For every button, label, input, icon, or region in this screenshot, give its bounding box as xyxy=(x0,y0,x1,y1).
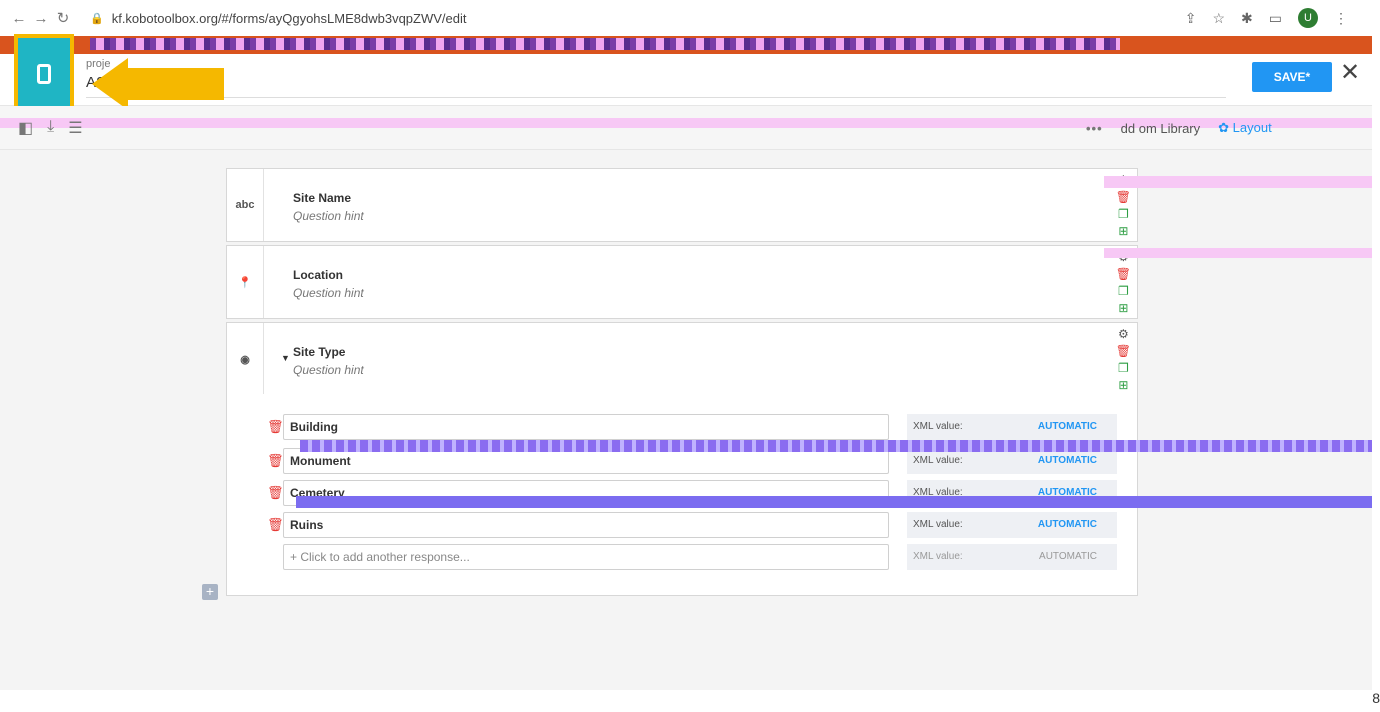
layout-button[interactable]: ✿ Layout xyxy=(1218,120,1272,136)
caret-down-icon[interactable]: ▼ xyxy=(281,353,290,363)
address-bar[interactable]: 🔒 kf.kobotoolbox.org/#/forms/ayQgyohsLME… xyxy=(90,11,467,26)
trash-icon[interactable]: 🗑 xyxy=(267,419,284,435)
settings-icon[interactable]: ☰ xyxy=(68,118,82,138)
screen: ← → ↻ 🔒 kf.kobotoolbox.org/#/forms/ayQgy… xyxy=(0,0,1380,712)
star-icon[interactable]: ☆ xyxy=(1212,10,1225,27)
copy-icon[interactable]: ❐ xyxy=(1118,284,1129,298)
form-phone-icon xyxy=(37,64,51,84)
extensions-icon[interactable]: ✱ xyxy=(1241,10,1253,27)
xml-value-field[interactable]: XML value: AUTOMATIC xyxy=(907,544,1117,570)
xml-value-text: AUTOMATIC xyxy=(1037,519,1097,530)
question-actions: ⚙ 🗑 ❐ ⊞ xyxy=(1116,250,1131,315)
layout-icon: ✿ xyxy=(1218,120,1230,135)
more-icon[interactable]: ••• xyxy=(1086,121,1103,136)
question-hint[interactable]: Question hint xyxy=(293,209,364,223)
download-icon[interactable]: ⤓ xyxy=(47,118,54,138)
gear-icon[interactable]: ⚙ xyxy=(1118,327,1129,341)
xml-value-label: XML value: xyxy=(913,455,963,466)
back-icon[interactable]: ← xyxy=(8,10,30,27)
save-button[interactable]: SAVE* xyxy=(1252,62,1332,92)
question-card[interactable]: ◉ ▼ Site Type Question hint ⚙ 🗑 ❐ ⊞ xyxy=(226,322,1138,396)
render-artifact xyxy=(90,38,1120,50)
avatar[interactable]: U xyxy=(1298,8,1318,28)
question-label[interactable]: Site Type xyxy=(293,345,345,359)
question-card[interactable]: abc Site Name Question hint ⚙ 🗑 ❐ ⊞ xyxy=(226,168,1138,242)
layout-label: Layout xyxy=(1232,120,1272,135)
text-type-icon: abc xyxy=(227,169,264,241)
plus-icon: + xyxy=(205,583,215,599)
copy-icon[interactable]: ❐ xyxy=(1118,207,1129,221)
toolbar-left: ◧ ⤓ ☰ xyxy=(18,118,83,138)
question-actions: ⚙ 🗑 ❐ ⊞ xyxy=(1116,327,1131,392)
add-to-library-icon[interactable]: ⊞ xyxy=(1118,301,1128,315)
render-artifact xyxy=(1104,248,1372,258)
trash-icon[interactable]: 🗑 xyxy=(1116,190,1131,204)
trash-icon[interactable]: 🗑 xyxy=(267,485,284,501)
toolbar-right: ••• dd om Library ✿ Layout xyxy=(1086,120,1272,136)
browser-menu-icon[interactable]: ⋮ xyxy=(1334,10,1348,27)
question-hint[interactable]: Question hint xyxy=(293,286,364,300)
form-canvas: abc Site Name Question hint ⚙ 🗑 ❐ ⊞ 📍 Lo… xyxy=(0,150,1372,690)
trash-icon[interactable]: 🗑 xyxy=(267,517,284,533)
forward-icon[interactable]: → xyxy=(30,10,52,27)
callout-arrow-shaft xyxy=(126,68,224,100)
question-label[interactable]: Site Name xyxy=(293,191,351,205)
share-icon[interactable]: ⇪ xyxy=(1185,10,1197,27)
callout-arrow-head xyxy=(92,58,128,110)
close-icon[interactable]: ✕ xyxy=(1340,58,1360,87)
xml-value-field[interactable]: XML value: AUTOMATIC xyxy=(907,414,1117,440)
location-pin-icon: 📍 xyxy=(227,246,264,318)
question-card[interactable]: 📍 Location Question hint ⚙ 🗑 ❐ ⊞ xyxy=(226,245,1138,319)
render-artifact xyxy=(1104,176,1372,188)
xml-value-text: AUTOMATIC xyxy=(1039,551,1097,562)
browser-actions: ⇪ ☆ ✱ ▭ U ⋮ xyxy=(1185,8,1348,28)
add-question-button[interactable]: + xyxy=(202,584,218,600)
choice-row: 🗑 Building XML value: AUTOMATIC xyxy=(267,414,1117,440)
form-toolbar: ◧ ⤓ ☰ ••• dd om Library ✿ Layout xyxy=(0,106,1372,150)
question-hint[interactable]: Question hint xyxy=(293,363,364,377)
url-text: kf.kobotoolbox.org/#/forms/ayQgyohsLME8d… xyxy=(111,10,467,26)
trash-icon[interactable]: 🗑 xyxy=(267,453,284,469)
render-artifact xyxy=(296,496,1372,508)
choices-panel: 🗑 Building XML value: AUTOMATIC 🗑 Monume… xyxy=(226,394,1138,596)
xml-value-text: AUTOMATIC xyxy=(1037,421,1097,432)
xml-value-label: XML value: xyxy=(913,519,963,530)
add-response-input[interactable]: + Click to add another response... xyxy=(283,544,889,570)
trash-icon[interactable]: 🗑 xyxy=(1116,344,1131,358)
xml-value-text: AUTOMATIC xyxy=(1037,455,1097,466)
choice-row: 🗑 Ruins XML value: AUTOMATIC xyxy=(267,512,1117,538)
trash-icon[interactable]: 🗑 xyxy=(1116,267,1131,281)
form-style-button[interactable] xyxy=(14,34,74,114)
add-to-library-icon[interactable]: ⊞ xyxy=(1118,378,1128,392)
copy-icon[interactable]: ❐ xyxy=(1118,361,1129,375)
xml-value-label: XML value: xyxy=(913,551,963,562)
lock-icon: 🔒 xyxy=(90,12,104,25)
question-label[interactable]: Location xyxy=(293,268,343,282)
add-to-library-icon[interactable]: ⊞ xyxy=(1118,224,1128,238)
browser-toolbar: ← → ↻ 🔒 kf.kobotoolbox.org/#/forms/ayQgy… xyxy=(0,0,1372,36)
render-artifact xyxy=(300,440,1372,452)
form-title-input[interactable]: ASC xyxy=(86,74,1226,98)
xml-value-field[interactable]: XML value: AUTOMATIC xyxy=(907,512,1117,538)
reload-icon[interactable]: ↻ xyxy=(52,9,74,27)
radio-type-icon: ◉ xyxy=(227,323,264,395)
choice-label-input[interactable]: Ruins xyxy=(283,512,889,538)
page-number: 8 xyxy=(1372,690,1380,706)
window-icon[interactable]: ▭ xyxy=(1269,10,1282,27)
choice-label-input[interactable]: Building xyxy=(283,414,889,440)
add-choice-row: + Click to add another response... XML v… xyxy=(267,544,1117,570)
add-from-library-button[interactable]: dd om Library xyxy=(1121,121,1200,136)
form-header: proje ASC SAVE* ✕ xyxy=(0,34,1372,114)
preview-icon[interactable]: ◧ xyxy=(18,118,33,138)
xml-value-label: XML value: xyxy=(913,421,963,432)
